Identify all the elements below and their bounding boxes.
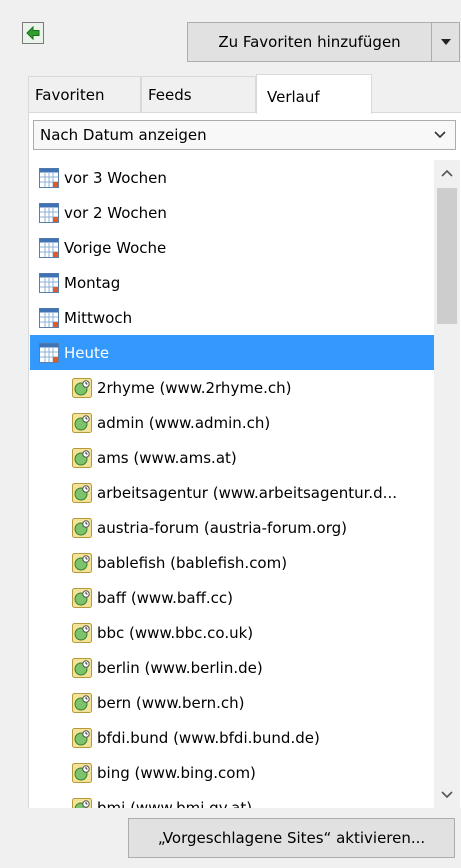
- tab-verlauf[interactable]: Verlauf: [256, 74, 372, 114]
- chevron-down-icon: [441, 791, 453, 799]
- green-arrow-icon: [26, 25, 40, 41]
- history-folder-row[interactable]: Vorige Woche: [30, 230, 434, 265]
- tab-feeds[interactable]: Feeds: [141, 76, 256, 112]
- history-site-icon: [72, 727, 92, 748]
- calendar-icon: [39, 272, 59, 293]
- history-site-row[interactable]: berlin (www.berlin.de): [30, 650, 434, 685]
- history-site-label: arbeitsagentur (www.arbeitsagentur.d...: [97, 483, 397, 502]
- history-tree: vor 3 Wochen vor 2 Wochen Vorige Woche Mont…: [30, 160, 434, 808]
- history-site-icon: [72, 552, 92, 573]
- history-site-row[interactable]: bern (www.bern.ch): [30, 685, 434, 720]
- history-site-label: bbc (www.bbc.co.uk): [97, 623, 254, 642]
- history-site-row[interactable]: ams (www.ams.at): [30, 440, 434, 475]
- history-folder-row[interactable]: Mittwoch: [30, 300, 434, 335]
- pin-center-button[interactable]: [22, 22, 44, 44]
- caret-down-icon: [440, 39, 451, 45]
- chevron-up-icon: [441, 169, 453, 177]
- history-site-icon: [72, 587, 92, 608]
- history-site-row[interactable]: austria-forum (austria-forum.org): [30, 510, 434, 545]
- history-site-label: admin (www.admin.ch): [97, 413, 271, 432]
- history-site-icon: [72, 482, 92, 503]
- history-folder-row[interactable]: vor 2 Wochen: [30, 195, 434, 230]
- history-folder-label: Mittwoch: [64, 308, 133, 327]
- history-site-icon: [72, 447, 92, 468]
- view-mode-value: Nach Datum anzeigen: [40, 126, 207, 144]
- history-site-icon: [72, 377, 92, 398]
- history-site-label: baff (www.baff.cc): [97, 588, 234, 607]
- history-site-icon: [72, 517, 92, 538]
- history-site-icon: [72, 692, 92, 713]
- history-site-label: bing (www.bing.com): [97, 763, 256, 782]
- history-site-label: ams (www.ams.at): [97, 448, 237, 467]
- calendar-icon: [39, 202, 59, 223]
- history-site-icon: [72, 622, 92, 643]
- add-to-favorites-dropdown[interactable]: [432, 22, 460, 62]
- scroll-down-button[interactable]: [434, 780, 460, 808]
- history-site-label: austria-forum (austria-forum.org): [97, 518, 347, 537]
- enable-suggested-sites-label: „Vorgeschlagene Sites“ aktivieren...: [157, 829, 426, 847]
- scrollbar-thumb[interactable]: [437, 188, 457, 324]
- history-site-label: berlin (www.berlin.de): [97, 658, 263, 677]
- view-mode-select[interactable]: Nach Datum anzeigen: [33, 120, 456, 150]
- tab-favoriten[interactable]: Favoriten: [28, 76, 141, 112]
- chevron-down-icon: [434, 131, 446, 139]
- add-to-favorites-button[interactable]: Zu Favoriten hinzufügen: [187, 22, 432, 62]
- history-site-label: bablefish (bablefish.com): [97, 553, 288, 572]
- add-to-favorites-label: Zu Favoriten hinzufügen: [218, 33, 401, 51]
- calendar-icon: [39, 307, 59, 328]
- history-site-row[interactable]: bing (www.bing.com): [30, 755, 434, 790]
- history-site-label: bmi (www.bmi.gv.at): [97, 798, 253, 809]
- calendar-icon: [39, 237, 59, 258]
- history-folder-row[interactable]: vor 3 Wochen: [30, 160, 434, 195]
- scroll-up-button[interactable]: [434, 160, 460, 188]
- history-site-icon: [72, 762, 92, 783]
- tab-feeds-label: Feeds: [148, 85, 192, 104]
- history-site-row[interactable]: baff (www.baff.cc): [30, 580, 434, 615]
- history-folder-label: vor 3 Wochen: [64, 168, 167, 187]
- history-site-label: bern (www.bern.ch): [97, 693, 245, 712]
- history-folder-label: Heute: [64, 343, 110, 362]
- history-site-row[interactable]: bmi (www.bmi.gv.at): [30, 790, 434, 808]
- calendar-icon: [39, 342, 59, 363]
- history-site-row[interactable]: 2rhyme (www.2rhyme.ch): [30, 370, 434, 405]
- history-site-label: 2rhyme (www.2rhyme.ch): [97, 378, 292, 397]
- history-site-row[interactable]: bfdi.bund (www.bfdi.bund.de): [30, 720, 434, 755]
- tab-verlauf-label: Verlauf: [267, 87, 320, 106]
- history-folder-row[interactable]: Heute: [30, 335, 434, 370]
- history-site-row[interactable]: admin (www.admin.ch): [30, 405, 434, 440]
- tab-favoriten-label: Favoriten: [35, 85, 105, 104]
- history-site-icon: [72, 657, 92, 678]
- history-site-icon: [72, 412, 92, 433]
- calendar-icon: [39, 167, 59, 188]
- history-folder-label: Vorige Woche: [64, 238, 167, 257]
- history-site-row[interactable]: bablefish (bablefish.com): [30, 545, 434, 580]
- history-folder-label: Montag: [64, 273, 121, 292]
- history-site-label: bfdi.bund (www.bfdi.bund.de): [97, 728, 320, 747]
- history-site-row[interactable]: bbc (www.bbc.co.uk): [30, 615, 434, 650]
- enable-suggested-sites-button[interactable]: „Vorgeschlagene Sites“ aktivieren...: [128, 818, 455, 858]
- history-site-row[interactable]: arbeitsagentur (www.arbeitsagentur.d...: [30, 475, 434, 510]
- history-folder-label: vor 2 Wochen: [64, 203, 167, 222]
- history-site-icon: [72, 797, 92, 808]
- history-folder-row[interactable]: Montag: [30, 265, 434, 300]
